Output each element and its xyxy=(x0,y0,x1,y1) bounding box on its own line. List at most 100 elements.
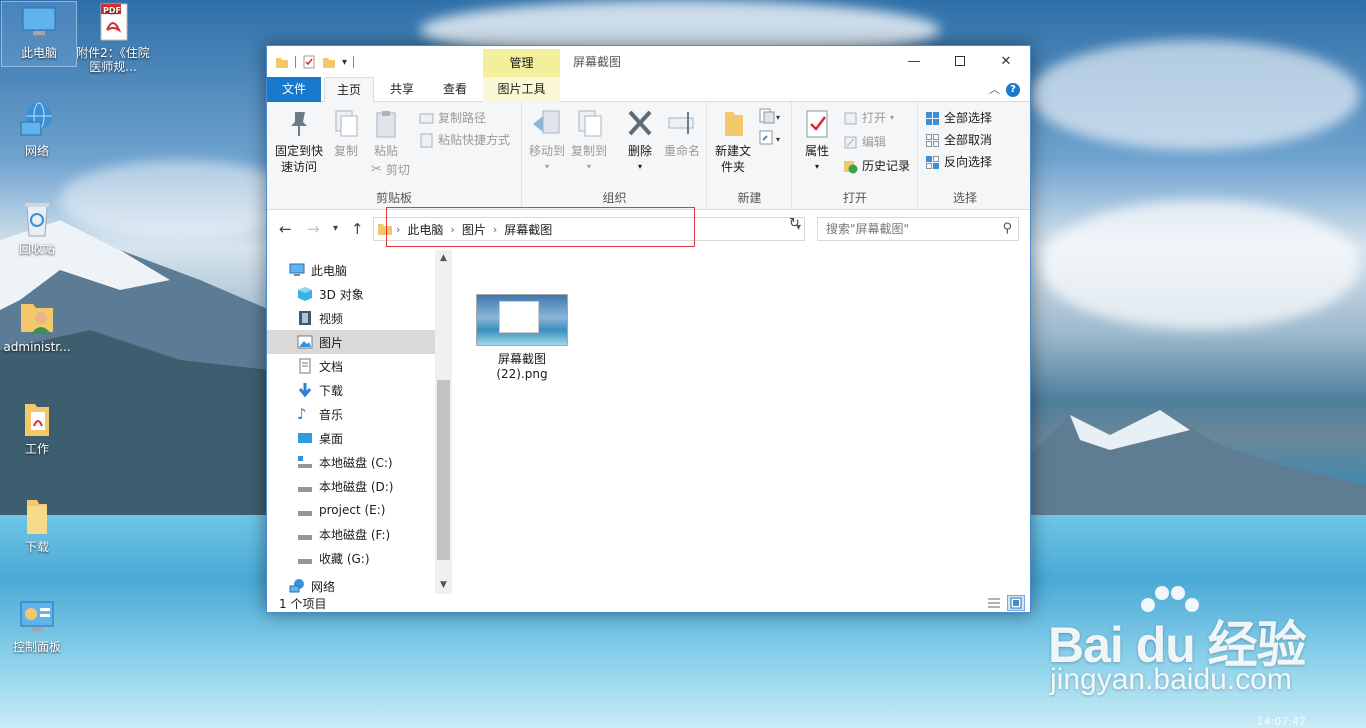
details-view-button[interactable] xyxy=(985,595,1003,611)
properties-button[interactable]: 属性 ▾ xyxy=(797,108,837,175)
desktop-icon-label: administr... xyxy=(3,340,71,354)
desktop-icon-work[interactable]: 工作 xyxy=(0,398,74,456)
new-folder-icon[interactable] xyxy=(322,55,336,69)
nav-item-drive-d[interactable]: 本地磁盘 (D:) xyxy=(267,474,435,498)
scroll-up-arrow-icon[interactable]: ▲ xyxy=(435,250,452,267)
cloud xyxy=(1030,40,1360,150)
nav-item-drive-f[interactable]: 本地磁盘 (F:) xyxy=(267,522,435,546)
new-folder-button[interactable]: 新建文件夹 xyxy=(712,108,754,175)
ribbon: 固定到快速访问 复制 粘贴 复制路径 粘贴快捷方式 ✂ 剪切 剪贴板 移动到 ▾… xyxy=(267,102,1030,210)
tab-view[interactable]: 查看 xyxy=(433,77,477,102)
nav-item-this-pc[interactable]: 此电脑 xyxy=(267,258,435,282)
copy-path-button[interactable]: 复制路径 xyxy=(419,108,486,128)
properties-check-icon[interactable] xyxy=(302,55,316,69)
up-arrow-icon[interactable]: ↑ xyxy=(351,220,364,238)
paste-button[interactable]: 粘贴 xyxy=(369,108,403,159)
group-label-clipboard: 剪贴板 xyxy=(375,191,412,205)
pin-label: 固定到快速访问 xyxy=(274,144,323,174)
nav-item-3d-objects[interactable]: 3D 对象 xyxy=(267,282,435,306)
tab-manage-context[interactable]: 管理 xyxy=(483,49,560,77)
group-label-open: 打开 xyxy=(842,191,867,205)
annotation-highlight-box xyxy=(386,207,695,247)
desktop-icon-pdf-attachment[interactable]: PDF 附件2：《住院医师规... xyxy=(76,2,150,74)
scroll-down-arrow-icon[interactable]: ▼ xyxy=(435,577,452,594)
nav-item-desktop[interactable]: 桌面 xyxy=(267,426,435,450)
move-to-icon xyxy=(531,108,563,140)
select-all-icon xyxy=(926,111,939,125)
nav-item-pictures[interactable]: 图片 xyxy=(267,330,435,354)
easy-access-button[interactable]: ▾ xyxy=(758,130,782,149)
file-item-screenshot-22[interactable]: 屏幕截图 (22).png xyxy=(474,294,570,382)
copy-path-icon xyxy=(419,113,434,123)
edit-button[interactable]: 编辑 xyxy=(843,132,886,152)
move-to-button[interactable]: 移动到 ▾ xyxy=(527,108,567,175)
desktop-icon-administrator[interactable]: administr... xyxy=(0,296,74,354)
nav-item-network[interactable]: 网络 xyxy=(267,576,435,596)
open-button[interactable]: 打开 ▾ xyxy=(843,108,894,128)
tab-picture-tools[interactable]: 图片工具 xyxy=(483,77,560,102)
desktop-icon-label: 回收站 xyxy=(18,242,55,256)
recent-locations-chevron-icon[interactable]: ▾ xyxy=(333,223,338,234)
rename-button[interactable]: 重命名 xyxy=(661,108,703,159)
nav-label: 本地磁盘 (C:) xyxy=(319,455,393,470)
cut-button[interactable]: ✂ 剪切 xyxy=(371,160,410,180)
mountain-right xyxy=(1030,410,1366,520)
pin-quick-access-button[interactable]: 固定到快速访问 xyxy=(271,108,327,175)
history-button[interactable]: 历史记录 xyxy=(843,156,910,176)
nav-scrollbar[interactable]: ▲ ▼ xyxy=(435,250,452,594)
desktop-icon-label: 下载 xyxy=(24,540,49,554)
nav-label: 此电脑 xyxy=(311,263,348,278)
nav-item-downloads[interactable]: 下载 xyxy=(267,378,435,402)
nav-item-music[interactable]: ♪ 音乐 xyxy=(267,402,435,426)
desktop-icon-control-panel[interactable]: 控制面板 xyxy=(0,596,74,654)
nav-item-documents[interactable]: 文档 xyxy=(267,354,435,378)
desktop-icon-network[interactable]: 网络 xyxy=(0,100,74,158)
desktop-icon-recycle-bin[interactable]: 回收站 xyxy=(0,198,74,256)
desktop-icon-this-pc[interactable]: 此电脑 xyxy=(1,1,77,67)
minimize-button[interactable]: — xyxy=(891,46,937,76)
ribbon-group-clipboard: 固定到快速访问 复制 粘贴 复制路径 粘贴快捷方式 ✂ 剪切 剪贴板 xyxy=(267,102,522,210)
delete-button[interactable]: 删除 ▾ xyxy=(623,108,657,175)
desktop-icon-downloads[interactable]: 下载 xyxy=(0,496,74,554)
nav-item-videos[interactable]: 视频 xyxy=(267,306,435,330)
desktop-icon-label: 此电脑 xyxy=(20,46,57,60)
select-none-button[interactable]: 全部取消 xyxy=(925,130,992,150)
nav-item-drive-e[interactable]: project (E:) xyxy=(267,498,435,522)
copy-to-button[interactable]: 复制到 ▾ xyxy=(569,108,609,175)
tab-share[interactable]: 共享 xyxy=(379,77,425,102)
recycle-bin-icon xyxy=(17,198,57,238)
folder-icon xyxy=(17,398,57,438)
paste-shortcut-button[interactable]: 粘贴快捷方式 xyxy=(419,130,510,150)
picture-icon xyxy=(297,335,313,349)
back-arrow-icon[interactable]: ← xyxy=(279,220,292,238)
help-icon[interactable]: ? xyxy=(1006,83,1020,97)
nav-item-drive-g[interactable]: 收藏 (G:) xyxy=(267,546,435,570)
forward-arrow-icon[interactable]: → xyxy=(307,220,320,238)
select-all-button[interactable]: 全部选择 xyxy=(925,108,992,128)
maximize-button[interactable] xyxy=(937,46,983,76)
search-input[interactable]: 搜索"屏幕截图" ⚲ xyxy=(817,217,1019,241)
cloud xyxy=(1040,200,1360,330)
paste-shortcut-label: 粘贴快捷方式 xyxy=(438,133,511,147)
open-label: 打开 xyxy=(862,111,887,125)
copy-button[interactable]: 复制 xyxy=(329,108,363,159)
nav-label: 视频 xyxy=(319,311,344,326)
nav-label: project (E:) xyxy=(319,503,386,517)
collapse-ribbon-chevron-icon[interactable]: ︿ xyxy=(989,81,1000,97)
refresh-icon[interactable]: ↻ xyxy=(789,216,800,231)
invert-selection-button[interactable]: 反向选择 xyxy=(925,152,992,172)
tab-file[interactable]: 文件 xyxy=(267,77,321,102)
select-all-label: 全部选择 xyxy=(944,111,993,125)
history-icon xyxy=(844,160,858,173)
large-icons-view-button[interactable] xyxy=(1007,595,1025,611)
mountain-left xyxy=(0,220,270,520)
tab-home[interactable]: 主页 xyxy=(324,77,374,103)
scrollbar-thumb[interactable] xyxy=(437,380,450,560)
customize-qat-dropdown-icon[interactable]: ▾ xyxy=(342,57,347,68)
new-folder-label: 新建文件夹 xyxy=(714,144,751,174)
folder-icon[interactable] xyxy=(275,55,289,69)
monitor-icon xyxy=(19,2,59,42)
close-button[interactable]: ✕ xyxy=(983,46,1029,76)
nav-item-drive-c[interactable]: 本地磁盘 (C:) xyxy=(267,450,435,474)
new-item-button[interactable]: ▾ xyxy=(758,108,782,127)
